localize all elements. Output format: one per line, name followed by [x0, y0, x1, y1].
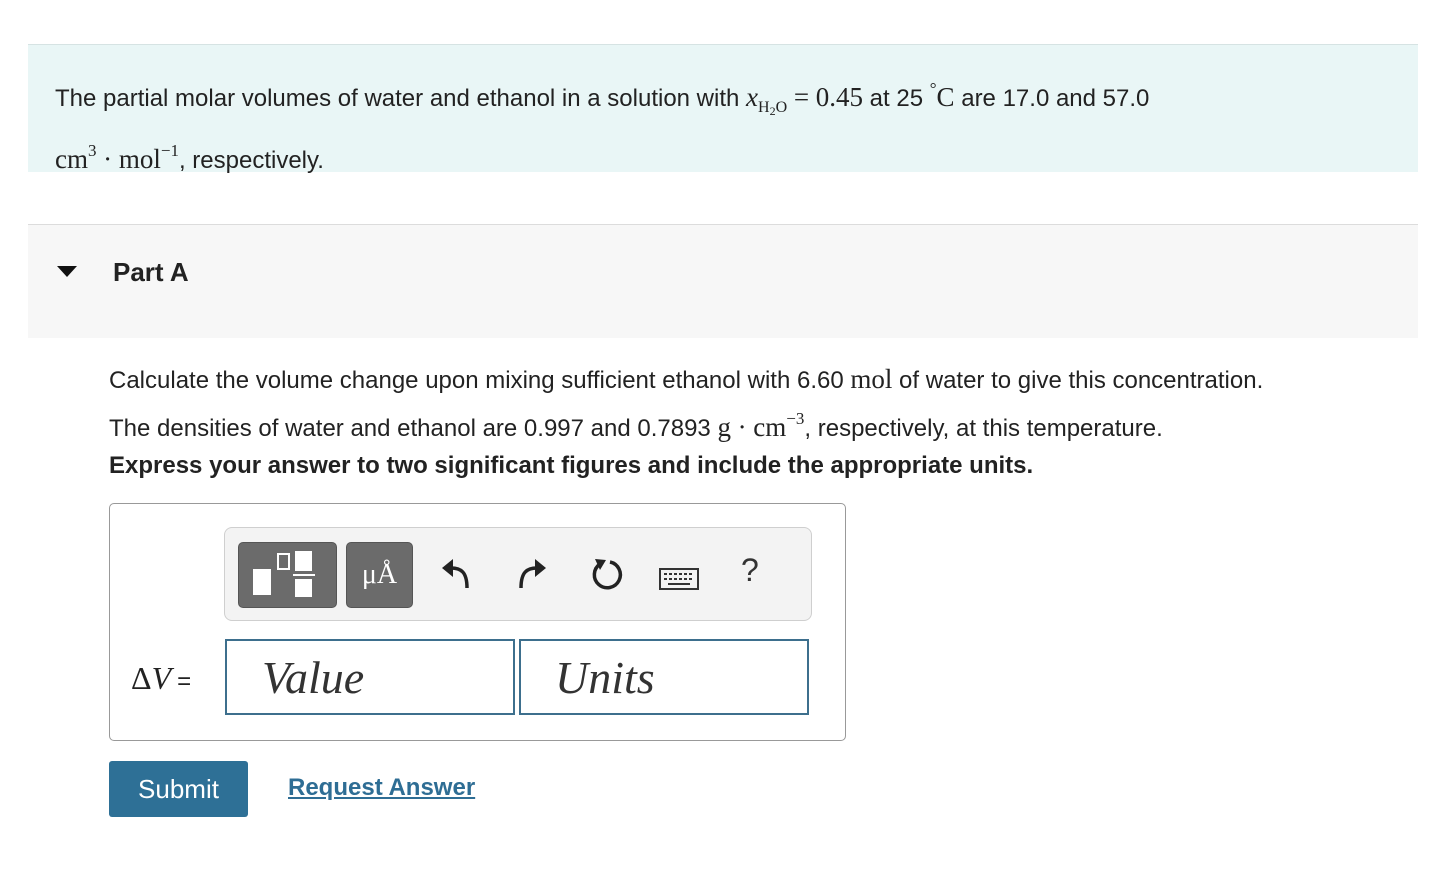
subscript-o: O: [775, 99, 788, 116]
problem-intro: The partial molar volumes of water and e…: [28, 44, 1418, 174]
collapse-caret-icon[interactable]: [57, 266, 77, 277]
degree-symbol: °: [929, 79, 937, 98]
templates-button[interactable]: [238, 542, 337, 608]
variable-v: V: [151, 660, 172, 696]
unit-dot: ·: [103, 144, 113, 174]
unit-cm-exponent: 3: [88, 141, 97, 160]
question-unit-g: g: [717, 412, 731, 442]
equals-sign: =: [793, 82, 810, 112]
delta-symbol: Δ: [131, 660, 152, 696]
templates-icon-fraction-bar: [293, 574, 315, 576]
question-line2-suffix: , respectively, at this temperature.: [804, 415, 1163, 442]
question-line2-prefix: The densities of water and ethanol are 0…: [109, 415, 711, 442]
problem-text: The partial molar volumes of water and e…: [55, 69, 1395, 181]
answer-instruction: Express your answer to two significant f…: [109, 452, 1034, 479]
unit-cm: cm: [55, 144, 88, 174]
question-line1-suffix: of water to give this concentration.: [899, 367, 1264, 394]
templates-icon-box: [277, 553, 290, 570]
reset-icon[interactable]: [589, 556, 625, 592]
question-unit-cm: cm: [753, 412, 787, 442]
delta-v-label: ΔV =: [131, 660, 191, 697]
mole-fraction-symbol: x: [746, 82, 759, 112]
intro-prefix: The partial molar volumes of water and e…: [55, 85, 740, 112]
question-unit-exponent: −3: [786, 409, 805, 428]
subscript-h: H: [758, 99, 770, 116]
part-title: Part A: [113, 257, 189, 287]
math-toolbar: μÅ ?: [224, 527, 812, 621]
temperature-prefix: at 25: [869, 85, 924, 112]
value-input[interactable]: [225, 639, 515, 715]
question-mol-unit: mol: [850, 364, 893, 394]
intro-suffix: , respectively.: [178, 147, 324, 174]
unit-mol: mol: [118, 144, 161, 174]
templates-icon: [253, 569, 271, 595]
templates-icon-top: [295, 551, 312, 571]
help-button[interactable]: ?: [741, 552, 759, 589]
keyboard-icon[interactable]: [659, 568, 699, 590]
question-line1-prefix: Calculate the volume change upon mixing …: [109, 367, 844, 394]
symbols-button[interactable]: μÅ: [346, 542, 413, 608]
submit-button[interactable]: Submit: [109, 761, 248, 817]
label-equals: =: [177, 668, 192, 695]
answer-box: μÅ ? ΔV =: [109, 503, 846, 741]
request-answer-link[interactable]: Request Answer: [288, 774, 475, 802]
mole-fraction-value: 0.45: [815, 82, 863, 112]
celsius-unit: C: [936, 82, 955, 112]
templates-icon-bottom: [295, 579, 312, 597]
question-text: Calculate the volume change upon mixing …: [109, 360, 1399, 448]
question-unit-dot: ·: [737, 412, 747, 442]
unit-mol-exponent: −1: [160, 141, 179, 160]
volume-values: are 17.0 and 57.0: [961, 85, 1150, 112]
part-a-header[interactable]: Part A: [28, 224, 1418, 338]
units-input[interactable]: [519, 639, 809, 715]
undo-icon[interactable]: [439, 556, 473, 592]
redo-icon[interactable]: [515, 556, 549, 592]
